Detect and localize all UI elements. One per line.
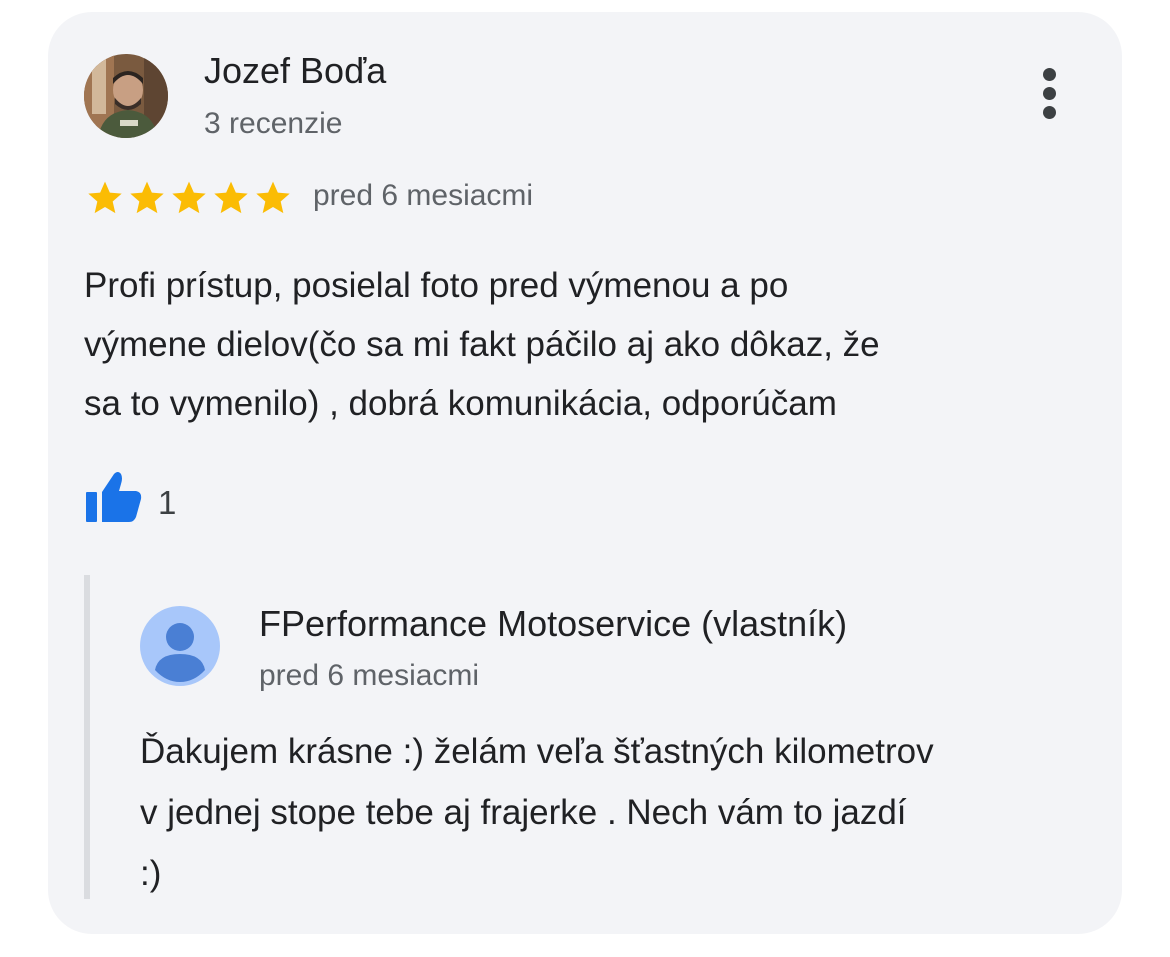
star-icon (168, 178, 210, 218)
reply-divider (84, 575, 90, 899)
owner-name: FPerformance Motoservice (vlastník) (259, 603, 848, 644)
like-count: 1 (158, 484, 177, 521)
owner-reply-date: pred 6 mesiacmi (259, 659, 480, 692)
review-text-line: Profi prístup, posielal foto pred výmeno… (84, 266, 789, 305)
review-text-line: výmene dielov(čo sa mi fakt páčilo aj ak… (84, 325, 880, 364)
star-icon (126, 178, 168, 218)
reply-text-line: Ďakujem krásne :) želám veľa šťastných k… (140, 732, 934, 771)
review-date: pred 6 mesiacmi (313, 179, 534, 212)
reply-text-line: v jednej stope tebe aj frajerke . Nech v… (140, 793, 907, 832)
reviewer-avatar[interactable] (84, 54, 168, 138)
like-button[interactable] (84, 470, 146, 526)
owner-reply-text: Ďakujem krásne :) želám veľa šťastných k… (140, 721, 1100, 904)
thumbs-up-icon (86, 472, 142, 522)
star-icon (252, 178, 294, 218)
reviewer-name[interactable]: Jozef Boďa (204, 50, 386, 92)
reviewer-review-count: 3 recenzie (204, 107, 343, 140)
star-icon (84, 178, 126, 218)
more-vert-icon (1043, 68, 1056, 81)
star-rating (84, 178, 294, 218)
owner-avatar (140, 606, 220, 686)
default-person-avatar-icon (140, 606, 220, 686)
review-text: Profi prístup, posielal foto pred výmeno… (84, 256, 1084, 433)
more-options-button[interactable] (1028, 64, 1072, 124)
reply-text-line: :) (140, 854, 162, 893)
star-icon (210, 178, 252, 218)
review-text-line: sa to vymenilo) , dobrá komunikácia, odp… (84, 384, 837, 423)
